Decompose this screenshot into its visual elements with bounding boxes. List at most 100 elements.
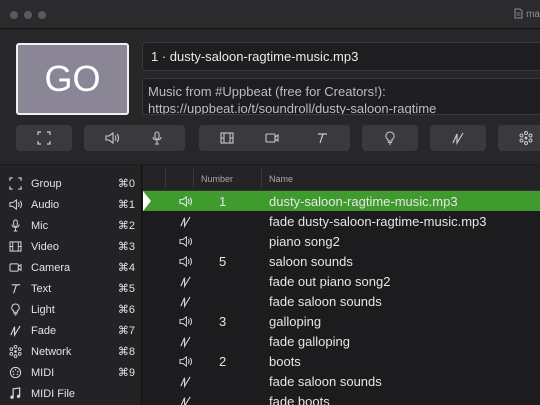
cue-row[interactable]: 1 dusty-saloon-ragtime-music.mp3 [143,191,540,211]
fade-icon [452,132,464,145]
cue-name: fade boots [269,394,330,405]
text-icon [7,281,23,297]
close-window-button[interactable] [10,11,18,19]
cue-name: dusty-saloon-ragtime-music.mp3 [269,194,458,209]
sidebar-item-shortcut: ⌘9 [117,367,135,379]
sidebar-item-camera[interactable]: Camera ⌘4 [0,257,142,278]
cue-name: fade out piano song2 [269,274,391,289]
fade-icon [177,293,193,309]
midi-file-icon [7,386,23,402]
cue-name: fade saloon sounds [269,294,382,309]
sidebar-item-label: MIDI [31,366,55,379]
cue-title-field[interactable]: 1 · dusty-saloon-ragtime-music.mp3 [142,42,540,71]
cue-name: fade galloping [269,334,350,349]
sidebar-item-shortcut: ⌘8 [117,346,135,358]
sidebar-item-shortcut: ⌘2 [117,220,135,232]
column-header-number[interactable]: Number [201,174,233,184]
cue-row[interactable]: piano song2 [143,231,540,251]
cue-notes-field[interactable]: Music from #Uppbeat (free for Creators!)… [142,78,540,115]
camera-icon [265,133,279,143]
cue-row[interactable]: 3 galloping [143,311,540,331]
cue-row[interactable]: 2 boots [143,351,540,371]
sidebar-item-label: MIDI File [31,387,75,400]
sidebar-item-text[interactable]: Text ⌘5 [0,278,142,299]
audio-icon [105,131,120,145]
cue-name: boots [269,354,301,369]
cue-row[interactable]: fade galloping [143,331,540,351]
window-title: ma [514,8,540,20]
audio-icon [177,253,193,269]
new-light-cue-button[interactable] [362,125,418,151]
new-fade-cue-button[interactable] [430,125,486,151]
transport-panel: GO 1 · dusty-saloon-ragtime-music.mp3 Mu… [0,29,540,164]
sidebar-item-label: Fade [31,324,57,337]
fade-icon [177,373,193,389]
light-icon [7,302,23,318]
sidebar-item-midi[interactable]: MIDI ⌘9 [0,362,142,383]
video-icon [220,132,234,144]
sidebar-item-mic[interactable]: Mic ⌘2 [0,215,142,236]
fade-icon [177,213,193,229]
go-button[interactable]: GO [16,43,129,115]
audio-icon [177,233,193,249]
text-icon [318,133,327,144]
sidebar-item-shortcut: ⌘7 [117,325,135,337]
zoom-window-button[interactable] [38,11,46,19]
sidebar-item-label: Text [31,282,52,295]
fade-icon [177,333,193,349]
sidebar-item-label: Camera [31,261,71,274]
new-group-cue-button[interactable] [16,125,72,151]
sidebar-item-network[interactable]: Network ⌘8 [0,341,142,362]
cue-row[interactable]: 5 saloon sounds [143,251,540,271]
sidebar-item-audio[interactable]: Audio ⌘1 [0,194,142,215]
group-icon [7,176,23,192]
audio-icon [177,193,193,209]
cue-list: Number Name 1 dusty-saloon-ragtime-music… [143,165,540,405]
cue-number: 5 [219,254,227,269]
title-bar: ma [0,0,540,29]
sidebar-item-midi-file[interactable]: MIDI File [0,383,142,404]
cue-row[interactable]: fade boots [143,391,540,405]
cue-number: 1 [219,194,227,209]
sidebar-item-fade[interactable]: Fade ⌘7 [0,320,142,341]
sidebar-item-shortcut: ⌘1 [117,199,135,211]
cue-notes-line-2: https://uppbeat.io/t/soundroll/dusty-sal… [148,101,437,115]
sidebar-item-video[interactable]: Video ⌘3 [0,236,142,257]
video-icon [7,239,23,255]
minimize-window-button[interactable] [24,11,32,19]
document-icon [514,8,523,19]
network-icon [519,131,533,145]
group-icon [37,131,51,145]
cue-name: fade saloon sounds [269,374,382,389]
cue-name: saloon sounds [269,254,353,269]
column-header-name[interactable]: Name [269,174,293,184]
sidebar-item-label: Mic [31,219,49,232]
sidebar-item-light[interactable]: Light ⌘6 [0,299,142,320]
column-divider [165,169,166,187]
new-network-cue-button[interactable] [498,125,540,151]
sidebar-item-shortcut: ⌘0 [117,178,135,190]
new-camera-cue-button[interactable] [244,125,300,151]
cue-row[interactable]: fade saloon sounds [143,291,540,311]
sidebar-item-group[interactable]: Group ⌘0 [0,173,142,194]
sidebar-item-label: Light [31,303,55,316]
window-title-text: ma [526,9,540,20]
light-icon [385,131,395,145]
sidebar-item-shortcut: ⌘6 [117,304,135,316]
sidebar-item-shortcut: ⌘5 [117,283,135,295]
cue-row[interactable]: fade out piano song2 [143,271,540,291]
new-mic-cue-button[interactable] [129,125,185,151]
cue-name: piano song2 [269,234,340,249]
playhead-arrow-icon [143,191,151,211]
mic-icon [152,131,162,145]
mic-icon [7,218,23,234]
cue-number: 3 [219,314,227,329]
sidebar-item-label: Group [31,177,62,190]
cue-toolbar [16,125,540,151]
camera-icon [7,260,23,276]
fade-icon [177,273,193,289]
cue-row[interactable]: fade dusty-saloon-ragtime-music.mp3 [143,211,540,231]
cue-row[interactable]: fade saloon sounds [143,371,540,391]
new-text-cue-button[interactable] [294,125,350,151]
midi-icon [7,365,23,381]
